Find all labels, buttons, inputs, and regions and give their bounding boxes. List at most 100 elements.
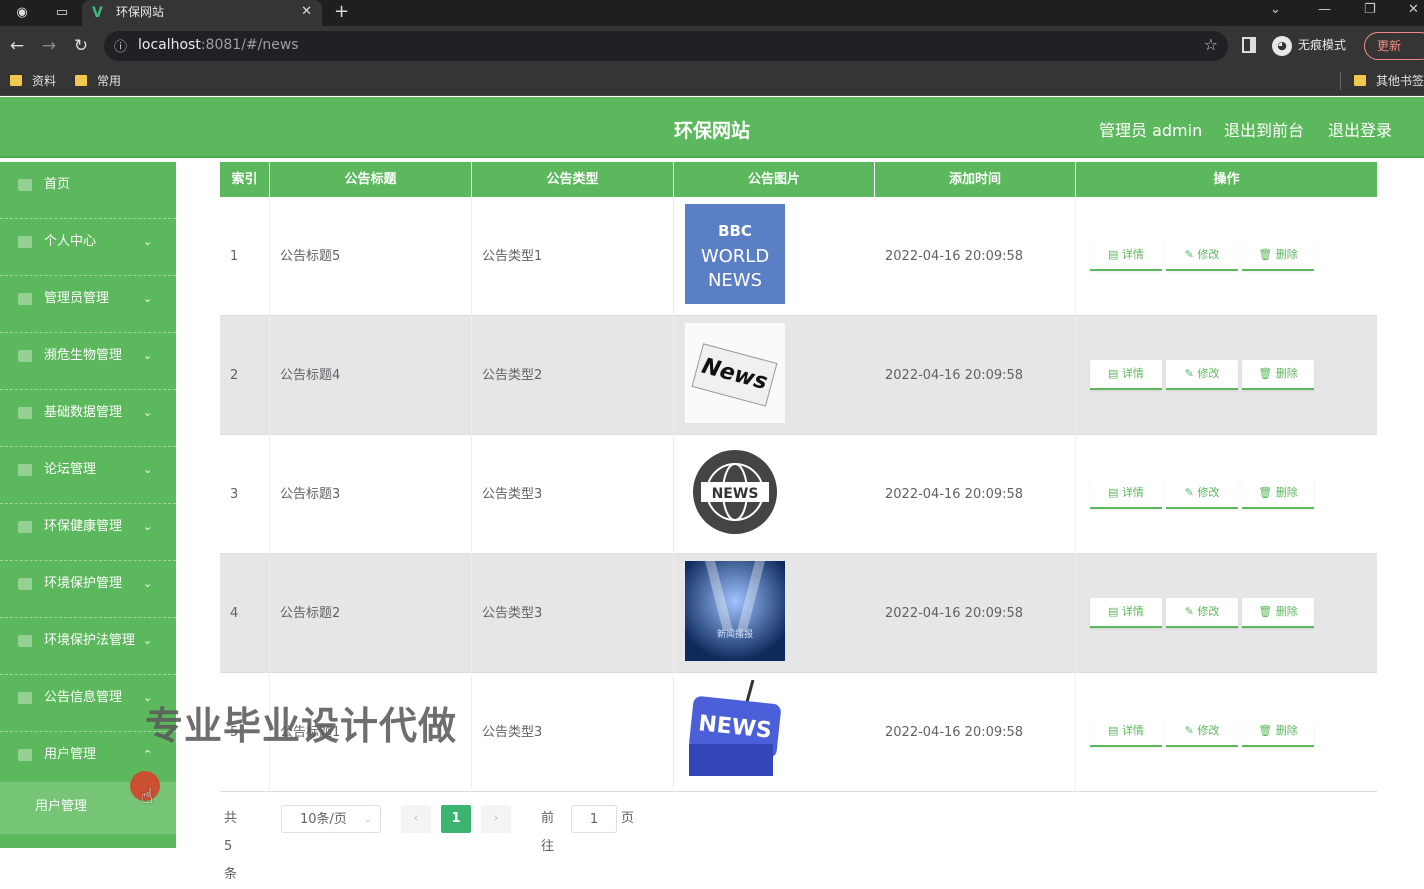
sidebar-item-forum[interactable]: 论坛管理 ⌄ [0,447,176,504]
col-header-image: 公告图片 [674,162,875,197]
reload-icon[interactable]: ↻ [70,35,92,57]
leaf-icon [18,350,32,362]
user-icon [18,236,32,248]
cell-index: 1 [220,197,270,316]
delete-button[interactable]: 🗑 删除 [1242,717,1314,747]
users-icon [18,749,32,761]
detail-button[interactable]: ▤ 详情 [1090,360,1162,390]
site-info-icon[interactable]: ⓘ [114,36,127,55]
row-actions: ▤ 详情 ✎ 修改 🗑 删除 [1090,241,1318,271]
col-header-index: 索引 [220,162,270,197]
new-tab-icon[interactable]: + [334,0,349,24]
edit-button[interactable]: ✎ 修改 [1166,717,1238,747]
page-number-current[interactable]: 1 [441,805,471,833]
browser-tab[interactable]: V 环保网站 ✕ [82,0,322,26]
back-icon[interactable]: ← [6,35,28,57]
window-close-icon[interactable]: ✕ [1408,0,1419,20]
chevron-down-icon: ⌄ [143,406,153,419]
delete-button[interactable]: 🗑 删除 [1242,479,1314,509]
tab-switcher-icon[interactable]: ▭ [52,3,72,23]
page-unit-label: 页 [621,811,635,826]
sidebar-item-label: 首页 [44,177,71,192]
table-row: 4 公告标题2 公告类型3 新闻播报 2022-04-16 20:09:58 ▤… [220,554,1377,673]
app-header: 环保网站 管理员 admin 退出到前台 退出登录 [0,97,1424,158]
svg-text:NEWS: NEWS [708,270,762,291]
row-actions: ▤ 详情 ✎ 修改 🗑 删除 [1090,479,1318,509]
delete-button[interactable]: 🗑 删除 [1242,598,1314,628]
cell-time: 2022-04-16 20:09:58 [875,554,1076,673]
url-input[interactable]: ⓘ localhost:8081/#/news ☆ [104,31,1228,61]
sidebar-item-home[interactable]: 首页 [0,162,176,219]
incognito-icon: ◕ [1272,35,1292,56]
side-panel-icon[interactable] [1242,37,1256,53]
cell-time: 2022-04-16 20:09:58 [875,435,1076,554]
prev-page-button[interactable]: ‹ [401,805,431,833]
notice-image[interactable]: NEWS [685,680,785,780]
detail-button[interactable]: ▤ 详情 [1090,241,1162,271]
tab-close-icon[interactable]: ✕ [301,0,312,24]
pagination-total: 共 5 条 [224,811,238,882]
sidebar-item-endangered[interactable]: 濒危生物管理 ⌄ [0,333,176,390]
delete-button[interactable]: 🗑 删除 [1242,360,1314,390]
app-title: 环保网站 [673,120,750,142]
tab-search-icon[interactable]: ⌄ [1270,0,1281,20]
delete-button[interactable]: 🗑 删除 [1242,241,1314,271]
bookmark-star-icon[interactable]: ☆ [1204,35,1218,54]
other-bookmarks[interactable]: 其他书签 [1354,71,1424,91]
sidebar-item-env-law[interactable]: 环境保护法管理 ⌄ [0,618,176,675]
restore-icon[interactable]: ❐ [1364,0,1376,20]
bookmarks-bar: 资料 常用 其他书签 [0,66,1424,96]
row-actions: ▤ 详情 ✎ 修改 🗑 删除 [1090,717,1318,747]
sidebar-item-env-protection[interactable]: 环境保护管理 ⌄ [0,561,176,618]
cell-type: 公告类型2 [472,316,674,435]
chevron-down-icon: ⌄ [143,235,153,248]
notice-image[interactable]: 新闻播报 [685,561,785,661]
admin-icon [18,293,32,305]
forward-icon[interactable]: → [38,35,60,57]
cell-type: 公告类型3 [472,435,674,554]
edit-button[interactable]: ✎ 修改 [1166,241,1238,271]
chevron-down-icon: ⌄ [143,520,153,533]
cell-type: 公告类型1 [472,197,674,316]
bookmark-separator [1340,72,1341,90]
page-size-select[interactable]: 10条/页 ⌄ [281,805,381,833]
chevron-down-icon: ⌄ [143,634,153,647]
row-actions: ▤ 详情 ✎ 修改 🗑 删除 [1090,360,1318,390]
sidebar-item-profile[interactable]: 个人中心 ⌄ [0,219,176,276]
goto-page-input[interactable]: 1 [571,805,617,833]
bookmark-folder-2[interactable]: 常用 [75,71,121,91]
law-icon [18,635,32,647]
notice-image[interactable]: News [685,323,785,423]
url-text: localhost:8081/#/news [138,37,299,53]
edit-button[interactable]: ✎ 修改 [1166,360,1238,390]
incognito-indicator[interactable]: ◕ 无痕模式 [1272,34,1346,56]
edit-button[interactable]: ✎ 修改 [1166,479,1238,509]
table-header: 索引 公告标题 公告类型 公告图片 添加时间 操作 [220,162,1377,197]
folder-icon [1354,75,1366,86]
notice-image[interactable]: NEWS [685,442,785,542]
sidebar-item-base-data[interactable]: 基础数据管理 ⌄ [0,390,176,447]
sidebar-item-admins[interactable]: 管理员管理 ⌄ [0,276,176,333]
sidebar-item-eco-health[interactable]: 环保健康管理 ⌄ [0,504,176,561]
table-row: 1 公告标题5 公告类型1 BBC WORLD NEWS 2022-04-16 … [220,197,1377,316]
update-button[interactable]: 更新 [1364,32,1424,60]
edit-button[interactable]: ✎ 修改 [1166,598,1238,628]
next-page-button[interactable]: › [481,805,511,833]
cell-type: 公告类型3 [472,554,674,673]
sidebar-item-label: 公告信息管理 [44,690,123,705]
minimize-icon[interactable]: — [1318,0,1331,20]
sidebar-item-label: 用户管理 [44,747,97,762]
detail-button[interactable]: ▤ 详情 [1090,479,1162,509]
table-row: 2 公告标题4 公告类型2 News 2022-04-16 20:09:58 ▤… [220,316,1377,435]
col-header-actions: 操作 [1213,172,1240,187]
bookmark-folder-1[interactable]: 资料 [10,71,56,91]
notice-image[interactable]: BBC WORLD NEWS [685,204,785,304]
cell-index: 4 [220,554,270,673]
cell-time: 2022-04-16 20:09:58 [875,316,1076,435]
globe-icon[interactable]: ◉ [12,3,32,23]
logout-link[interactable]: 退出登录 [1328,117,1392,141]
detail-button[interactable]: ▤ 详情 [1090,598,1162,628]
col-header-type: 公告类型 [472,162,674,197]
exit-to-front-link[interactable]: 退出到前台 [1224,117,1304,141]
detail-button[interactable]: ▤ 详情 [1090,717,1162,747]
